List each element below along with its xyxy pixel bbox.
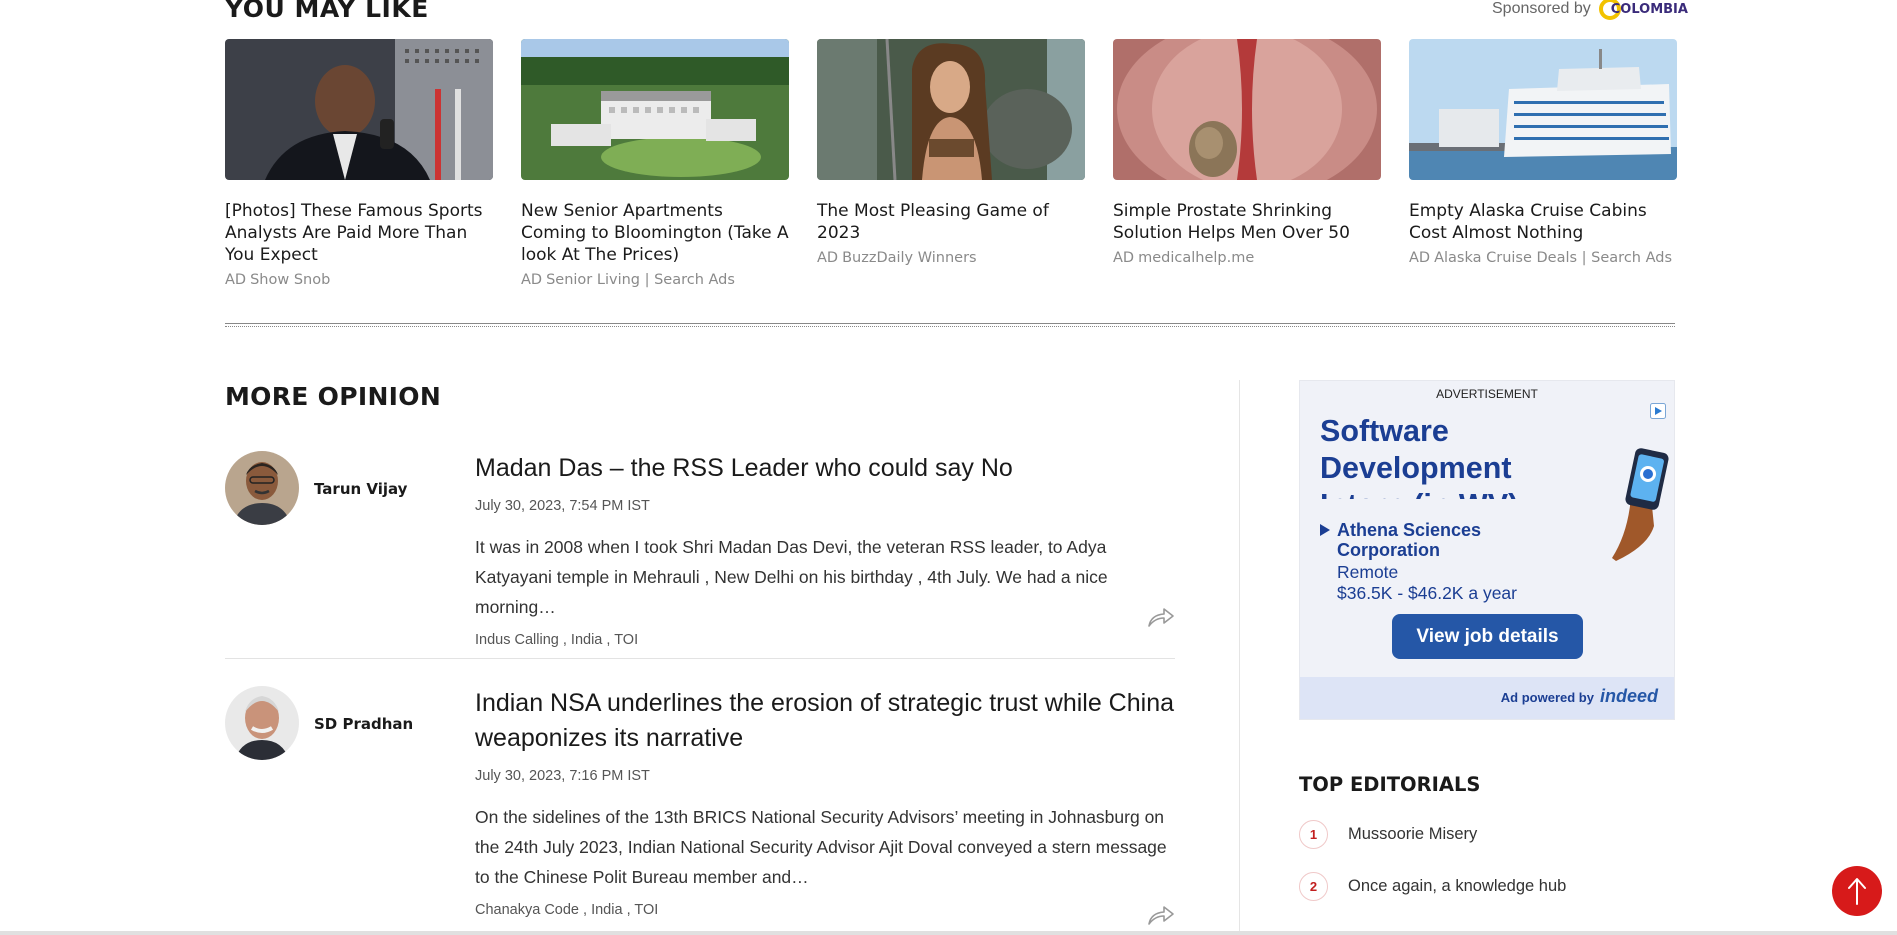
scroll-to-top-button[interactable] [1832,866,1882,916]
tag-link[interactable]: India [571,632,602,648]
card-source-name: BuzzDaily Winners [842,250,977,266]
card-source-name: Senior Living | Search Ads [546,272,735,288]
recommendation-card[interactable]: [Photos] These Famous Sports Analysts Ar… [225,39,493,288]
horizontal-scrollbar[interactable] [0,931,1897,935]
phone-illustration-icon [1608,446,1672,561]
column-divider [1239,380,1240,935]
card-source: AD Alaska Cruise Deals | Search Ads [1409,250,1677,266]
colombia-logo[interactable]: COLOMBIA [1598,0,1688,20]
ad-powered-by[interactable]: Ad powered by indeed [1501,686,1658,707]
editorial-rank: 1 [1299,820,1328,849]
advertisement-box[interactable]: ADVERTISEMENT Software Development Inter… [1299,380,1675,720]
colombia-logo-text: COLOMBIA [1610,1,1688,17]
article-date: July 30, 2023, 7:16 PM IST [475,768,650,784]
recommendation-card[interactable]: The Most Pleasing Game of 2023 AD BuzzDai… [817,39,1085,288]
ad-company-name: Athena Sciences Corporation [1337,520,1482,560]
card-title[interactable]: The Most Pleasing Game of 2023 [817,200,1085,244]
card-thumbnail[interactable] [1113,39,1381,180]
author-avatar[interactable] [225,451,299,525]
author-name[interactable]: Tarun Vijay [314,480,407,498]
card-title[interactable]: Empty Alaska Cruise Cabins Cost Almost N… [1409,200,1677,244]
more-opinion-heading: MORE OPINION [225,382,442,411]
ad-footer: Ad powered by indeed [1300,677,1674,719]
tag-link[interactable]: India [591,902,622,918]
opinion-article: SD Pradhan Indian NSA underlines the ero… [225,686,1175,935]
author-name[interactable]: SD Pradhan [314,715,413,733]
article-body: Madan Das – the RSS Leader who could say… [475,451,1175,648]
ad-powered-label: Ad powered by [1500,690,1594,705]
adchoices-icon[interactable] [1650,403,1666,419]
article-excerpt: On the sidelines of the 13th BRICS Natio… [475,807,1167,887]
article-headline[interactable]: Madan Das – the RSS Leader who could say… [475,451,1175,486]
editorial-title[interactable]: Once again, a knowledge hub [1348,877,1566,896]
card-thumbnail[interactable] [225,39,493,180]
editorial-item[interactable]: 1 Mussoorie Misery [1299,820,1477,849]
card-title[interactable]: Simple Prostate Shrinking Solution Helps… [1113,200,1381,244]
article-date: July 30, 2023, 7:54 PM IST [475,498,650,514]
card-source-name: medicalhelp.me [1138,250,1255,266]
author-avatar[interactable] [225,686,299,760]
recommendation-card[interactable]: Empty Alaska Cruise Cabins Cost Almost N… [1409,39,1677,288]
ad-label: AD [225,272,247,288]
card-thumbnail[interactable] [1409,39,1677,180]
ad-company[interactable]: Athena Sciences Corporation [1320,520,1520,560]
recommendation-card[interactable]: New Senior Apartments Coming to Blooming… [521,39,789,288]
advertisement-label: ADVERTISEMENT [1436,387,1538,401]
ad-location: Remote [1337,562,1399,582]
editorial-title[interactable]: Mussoorie Misery [1348,825,1477,844]
ad-label: AD [1409,250,1431,266]
editorial-item[interactable]: 2 Once again, a knowledge hub [1299,872,1566,901]
article-excerpt: It was in 2008 when I took Shri Madan Da… [475,537,1108,617]
card-source: AD Show Snob [225,272,493,288]
card-source-name: Show Snob [250,272,331,288]
ad-label: AD [1113,250,1135,266]
card-source: AD Senior Living | Search Ads [521,272,789,288]
editorial-rank: 2 [1299,872,1328,901]
recommendation-cards: [Photos] These Famous Sports Analysts Ar… [225,39,1677,288]
card-source: AD BuzzDaily Winners [817,250,1085,266]
ad-headline[interactable]: Software Development Intern (in WV) [1320,413,1550,499]
share-icon[interactable] [1147,606,1175,628]
article-tags: Chanakya Code , India , TOI [475,902,659,918]
ad-pay: $36.5K - $46.2K a year [1337,583,1517,603]
card-title[interactable]: New Senior Apartments Coming to Blooming… [521,200,789,266]
card-source: AD medicalhelp.me [1113,250,1381,266]
you-may-like-heading: YOU MAY LIKE [225,0,429,23]
sponsored-by[interactable]: Sponsored by COLOMBIA [1492,0,1688,20]
card-source-name: Alaska Cruise Deals | Search Ads [1434,250,1673,266]
view-job-details-button[interactable]: View job details [1392,614,1583,659]
ad-label: AD [521,272,543,288]
arrow-up-icon [1848,878,1866,905]
section-divider [225,323,1675,327]
tag-link[interactable]: TOI [634,902,658,918]
card-thumbnail[interactable] [521,39,789,180]
card-thumbnail[interactable] [817,39,1085,180]
tag-link[interactable]: TOI [614,632,638,648]
recommendation-card[interactable]: Simple Prostate Shrinking Solution Helps… [1113,39,1381,288]
play-arrow-icon [1320,524,1330,536]
article-divider [225,658,1175,659]
article-headline[interactable]: Indian NSA underlines the erosion of str… [475,686,1175,756]
article-body: Indian NSA underlines the erosion of str… [475,686,1175,918]
indeed-logo: indeed [1599,686,1658,706]
card-title[interactable]: [Photos] These Famous Sports Analysts Ar… [225,200,493,266]
ad-label: AD [817,250,839,266]
opinion-article: Tarun Vijay Madan Das – the RSS Leader w… [225,451,1175,661]
tag-link[interactable]: Indus Calling [475,632,559,648]
share-icon[interactable] [1147,904,1175,926]
tag-link[interactable]: Chanakya Code [475,902,579,918]
top-editorials-heading: TOP EDITORIALS [1299,773,1481,796]
sponsored-by-label: Sponsored by [1492,0,1591,17]
article-tags: Indus Calling , India , TOI [475,632,639,648]
